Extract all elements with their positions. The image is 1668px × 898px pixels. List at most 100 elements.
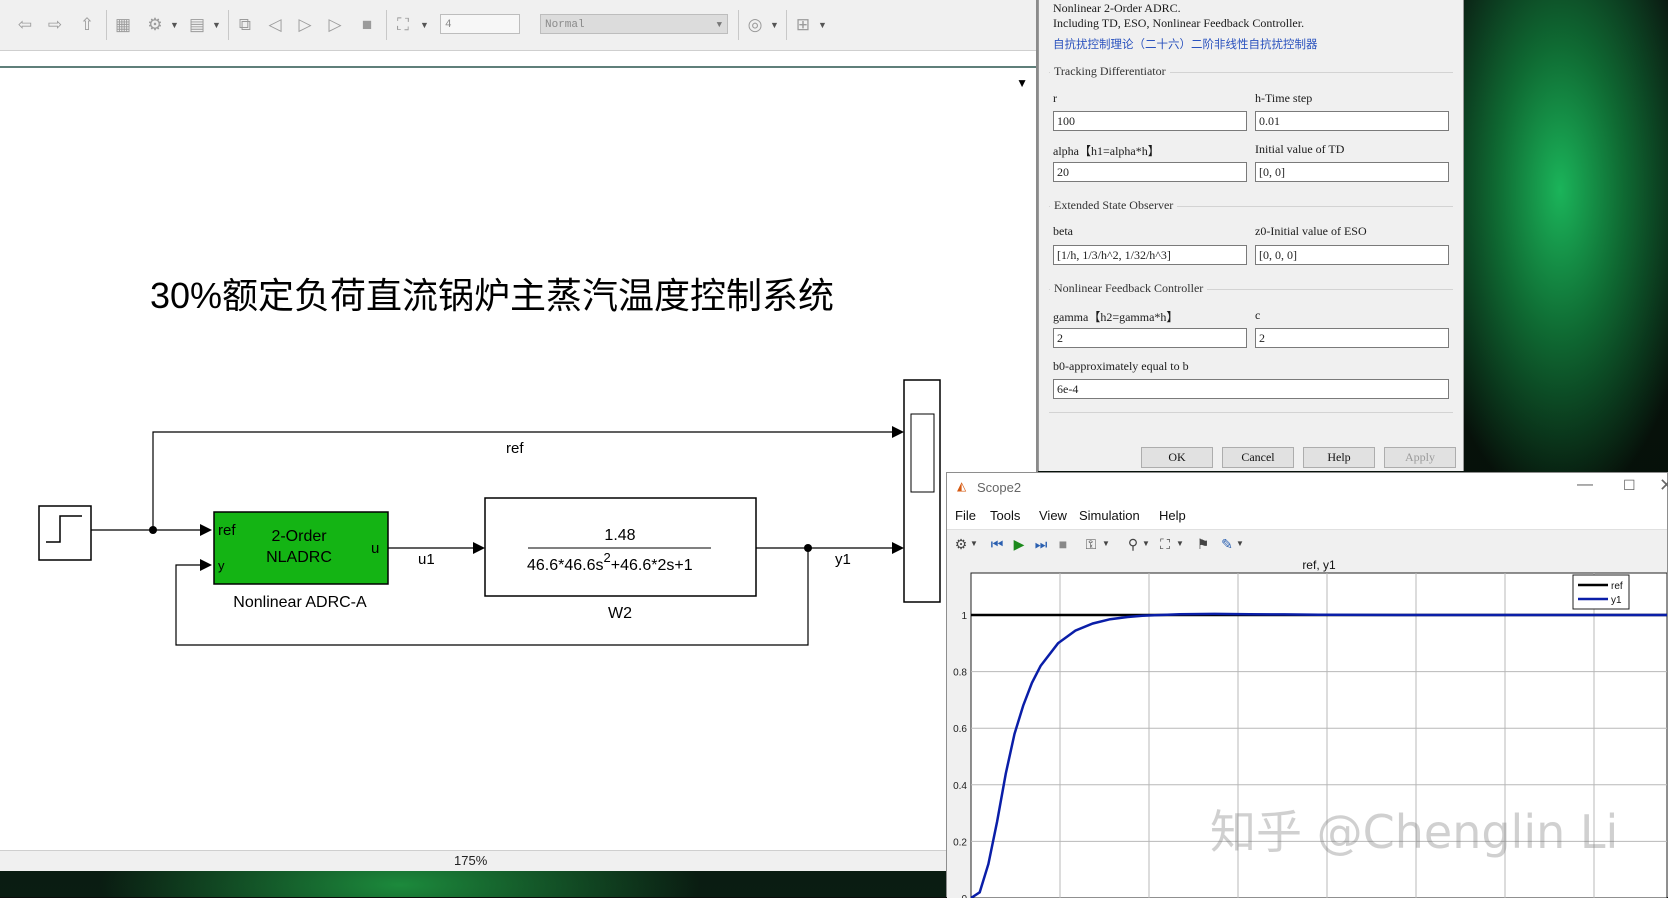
menu-tools[interactable]: Tools (990, 508, 1020, 523)
chevron-down-icon[interactable]: ▼ (770, 14, 779, 36)
chevron-down-icon[interactable]: ▼ (969, 534, 979, 554)
menu-view[interactable]: View (1039, 508, 1067, 523)
simulink-toolbar: ⇦ ⇨ ⇧ ▦ ⚙ ▼ ▤ ▼ ⧉ ◁ ▷ ▷ ■ ⛶ ▼ 4 Normal ▼… (0, 0, 1036, 51)
td-init-label: Initial value of TD (1255, 142, 1345, 156)
step-forward-icon[interactable]: ▷ (324, 14, 346, 36)
forward-arrow-icon[interactable]: ⇨ (44, 14, 66, 36)
alpha-field[interactable]: 20 (1053, 162, 1247, 182)
explorer-icon[interactable]: ▤ (186, 14, 208, 36)
watermark: 知乎 @Chenglin Li (1210, 805, 1619, 859)
signal-label-y1: y1 (835, 551, 851, 568)
signal-label-u1: u1 (418, 551, 435, 568)
menu-simulation[interactable]: Simulation (1079, 508, 1140, 523)
chevron-down-icon[interactable]: ▼ (212, 14, 221, 36)
step-forward-icon[interactable]: ⏭ (1031, 534, 1051, 554)
chevron-down-icon[interactable]: ▼ (818, 14, 827, 36)
highlight-icon[interactable]: ⚿ (1081, 534, 1101, 554)
stop-time-input[interactable]: 4 (440, 14, 520, 34)
block-parameters-dialog: Nonlinear 2-Order ADRC. Including TD, ES… (1038, 0, 1464, 471)
beta-field[interactable]: [1/h, 1/3/h^2, 1/32/h^3] (1053, 245, 1247, 265)
r-field[interactable]: 100 (1053, 111, 1247, 131)
alpha-label: alpha【h1=alpha*h】 (1053, 144, 1160, 158)
chevron-down-icon[interactable]: ▼ (420, 14, 429, 36)
chevron-down-icon[interactable]: ▼ (170, 14, 179, 36)
chevron-down-icon[interactable]: ▼ (1141, 534, 1151, 554)
signal-label-ref: ref (506, 440, 524, 457)
model-address-bar[interactable]: ▼ (0, 66, 1036, 100)
y-tick-label: 0.4 (953, 781, 967, 792)
dialog-description-line1: Nonlinear 2-Order ADRC. (1053, 1, 1181, 15)
help-button[interactable]: Help (1303, 447, 1375, 468)
model-advisor-icon[interactable]: ◎ (744, 14, 766, 36)
menu-file[interactable]: File (955, 508, 976, 523)
maximize-icon[interactable]: ☐ (1623, 477, 1636, 494)
chevron-down-icon[interactable]: ▼ (1175, 534, 1185, 554)
td-init-field[interactable]: [0, 0] (1255, 162, 1449, 182)
chevron-down-icon: ▼ (716, 20, 722, 30)
cancel-button[interactable]: Cancel (1222, 447, 1294, 468)
record-icon[interactable]: ⧉ (234, 14, 256, 36)
transfer-function-block[interactable]: 1.48 46.6*46.6s2+46.6*2s+1 (484, 497, 757, 597)
z0-field[interactable]: [0, 0, 0] (1255, 245, 1449, 265)
matlab-logo-icon: ◭ (957, 479, 967, 493)
minimize-icon[interactable]: — (1577, 476, 1593, 494)
reference-link[interactable]: 自抗扰控制理论（二十六）二阶非线性自抗扰控制器 (1053, 36, 1318, 52)
chevron-down-icon[interactable]: ▼ (1235, 534, 1245, 554)
y-tick-label: 0 (961, 894, 967, 898)
run-icon[interactable]: ▶ (1009, 534, 1029, 554)
nladrc-block[interactable]: 2-Order NLADRC ref y u (213, 511, 389, 585)
scope-menu-bar: File Tools View Simulation Help (947, 503, 1667, 529)
chevron-down-icon[interactable]: ▼ (1101, 534, 1111, 554)
zoom-icon[interactable]: ⚲ (1123, 534, 1143, 554)
fit-axes-icon[interactable]: ⛶ (1155, 534, 1175, 554)
up-arrow-icon[interactable]: ⇧ (76, 14, 98, 36)
chevron-down-icon[interactable]: ▼ (1016, 76, 1028, 90)
library-browser-icon[interactable]: ▦ (112, 14, 134, 36)
gamma-field[interactable]: 2 (1053, 328, 1247, 348)
back-arrow-icon[interactable]: ⇦ (14, 14, 36, 36)
gear-icon[interactable]: ⚙ (144, 14, 166, 36)
cursor-measure-icon[interactable]: ✎ (1217, 534, 1237, 554)
stop-icon[interactable]: ■ (1053, 534, 1073, 554)
legend-label-ref: ref (1611, 581, 1623, 592)
beta-label: beta (1053, 224, 1073, 238)
run-icon[interactable]: ▷ (294, 14, 316, 36)
data-inspector-icon[interactable]: ⛶ (392, 14, 414, 36)
simulation-mode-value: Normal (545, 19, 585, 31)
zoom-level: 175% (454, 853, 488, 868)
nladrc-port-u: u (371, 540, 379, 557)
triggers-icon[interactable]: ⚑ (1193, 534, 1213, 554)
nladrc-port-ref: ref (218, 522, 236, 539)
simulink-model-window: ⇦ ⇨ ⇧ ▦ ⚙ ▼ ▤ ▼ ⧉ ◁ ▷ ▷ ■ ⛶ ▼ 4 Normal ▼… (0, 0, 1038, 871)
simulation-mode-select[interactable]: Normal ▼ (540, 14, 728, 34)
menu-help[interactable]: Help (1159, 508, 1186, 523)
z0-label: z0-Initial value of ESO (1255, 224, 1367, 238)
step-back-icon[interactable]: ⏮ (987, 534, 1007, 554)
grid-icon[interactable]: ⊞ (792, 14, 814, 36)
y-tick-label: 1 (961, 611, 967, 622)
td-section-title: Tracking Differentiator (1050, 64, 1170, 79)
close-icon[interactable]: ✕ (1659, 475, 1668, 496)
block-diagram: 30%额定负荷直流锅炉主蒸汽温度控制系统 ref u1 y1 2-Order N… (38, 275, 941, 646)
eso-section-title: Extended State Observer (1050, 198, 1178, 213)
nfc-section-title: Nonlinear Feedback Controller (1050, 281, 1208, 296)
y-tick-label: 0.2 (953, 837, 967, 848)
step-block[interactable] (38, 505, 92, 561)
status-bar: 175% (0, 850, 1036, 871)
c-field[interactable]: 2 (1255, 328, 1449, 348)
dialog-description-line2: Including TD, ESO, Nonlinear Feedback Co… (1053, 16, 1305, 30)
gear-icon[interactable]: ⚙ (951, 534, 971, 554)
model-canvas[interactable]: 30%额定负荷直流锅炉主蒸汽温度控制系统 ref u1 y1 2-Order N… (0, 98, 1036, 850)
gamma-label: gamma【h2=gamma*h】 (1053, 310, 1179, 324)
b0-field[interactable]: 6e-4 (1053, 379, 1449, 399)
ok-button[interactable]: OK (1141, 447, 1213, 468)
scope-toolbar: ⚙ ▼ ⏮ ▶ ⏭ ■ ⚿ ▼ ⚲ ▼ ⛶ ▼ ⚑ ✎ ▼ (947, 529, 1667, 559)
step-back-icon[interactable]: ◁ (264, 14, 286, 36)
nladrc-label-line1: 2-Order (271, 528, 327, 545)
scope-block[interactable] (903, 379, 941, 603)
tf-numerator: 1.48 (604, 527, 635, 544)
scope-title-bar: ◭ Scope2 — ☐ ✕ (947, 473, 1668, 503)
stop-icon[interactable]: ■ (356, 14, 378, 36)
h-field[interactable]: 0.01 (1255, 111, 1449, 131)
apply-button[interactable]: Apply (1384, 447, 1456, 468)
